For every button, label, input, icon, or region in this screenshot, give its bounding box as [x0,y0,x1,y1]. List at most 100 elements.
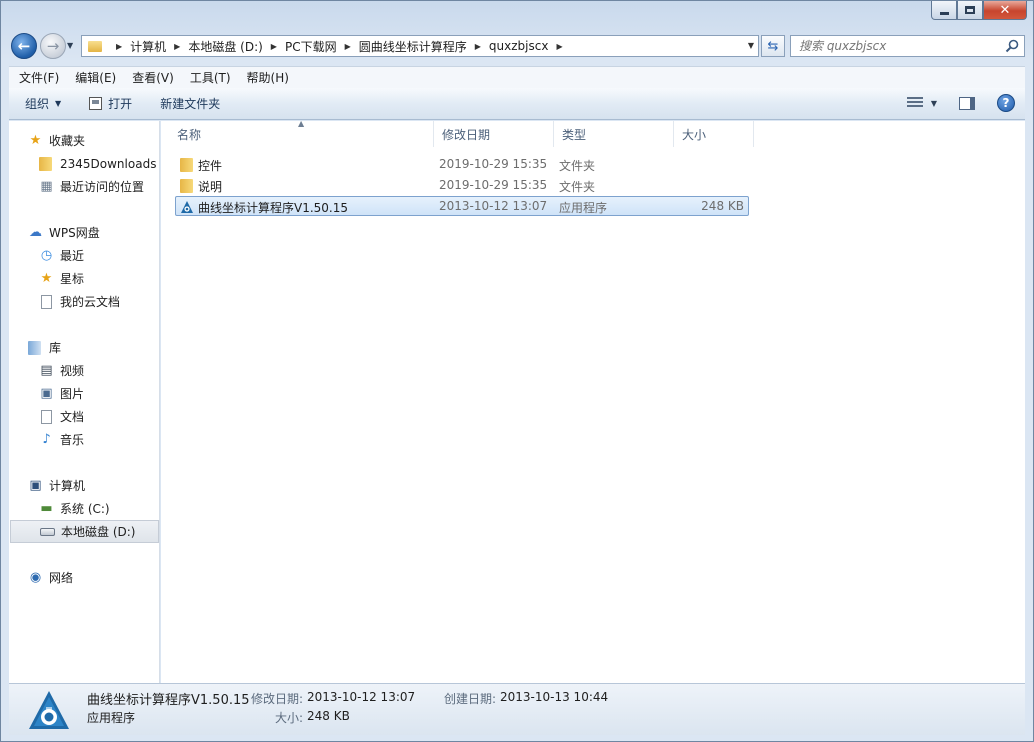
chevron-right-icon[interactable]: ▶ [475,42,481,51]
menu-view[interactable]: 查看(V) [132,69,174,86]
breadcrumb-current-folder[interactable]: quxzbjscx [489,39,549,53]
column-header-name[interactable]: 名称 [169,121,434,147]
file-name: 说明 [198,180,223,194]
menu-edit[interactable]: 编辑(E) [75,69,116,86]
chevron-right-icon[interactable]: ▶ [271,42,277,51]
nav-computer[interactable]: ▣ 计算机 [9,474,160,497]
nav-wps-cloud[interactable]: ☁ WPS网盘 [9,221,160,244]
nav-item-2345downloads[interactable]: 2345Downloads [9,152,160,175]
open-button[interactable]: 打开 [89,95,132,112]
new-folder-button[interactable]: 新建文件夹 [160,95,220,112]
details-modified-value: 2013-10-12 13:07 [307,690,416,704]
minimize-icon [939,11,949,15]
view-controls: ▼ ? [906,94,1015,112]
chevron-right-icon[interactable]: ▶ [345,42,351,51]
navigation-pane: ★ 收藏夹 2345Downloads ▦ 最近访问的位置 ☁ WPS网盘 ◷ … [9,121,160,683]
address-dropdown-icon[interactable]: ▼ [748,41,754,50]
new-folder-label: 新建文件夹 [160,97,221,111]
picture-icon: ▣ [40,386,53,401]
nav-item-videos[interactable]: ▤ 视频 [9,359,160,382]
nav-item-documents[interactable]: 文档 [9,405,160,428]
breadcrumb-computer[interactable]: 计算机 [130,38,166,55]
breadcrumb-drive-d[interactable]: 本地磁盘 (D:) [188,38,262,55]
nav-label: WPS网盘 [49,226,100,240]
change-view-icon[interactable] [906,97,923,109]
menu-help[interactable]: 帮助(H) [247,69,289,86]
open-icon [89,97,103,110]
nav-label: 计算机 [49,479,86,493]
nav-item-pictures[interactable]: ▣ 图片 [9,382,160,405]
film-icon: ▤ [40,363,53,378]
column-header-type[interactable]: 类型 [554,121,674,147]
chevron-right-icon[interactable]: ▶ [116,42,122,51]
column-label: 大小 [682,127,707,142]
column-label: 名称 [177,127,202,142]
column-label: 类型 [562,127,587,142]
organize-button[interactable]: 组织 ▼ [25,95,61,112]
file-date: 2019-10-29 15:35 [439,157,548,171]
nav-item-music[interactable]: ♪ 音乐 [9,428,160,451]
menu-file[interactable]: 文件(F) [19,69,59,86]
table-row[interactable]: 说明 2019-10-29 15:35 文件夹 [175,175,749,195]
clock-icon: ◷ [40,248,53,263]
help-icon[interactable]: ? [997,94,1015,112]
chevron-right-icon[interactable]: ▶ [174,42,180,51]
search-icon[interactable] [1005,39,1019,53]
breadcrumb-pc-download[interactable]: PC下载网 [285,38,337,55]
table-row[interactable]: 控件 2019-10-29 15:35 文件夹 [175,154,749,174]
nav-label: 音乐 [60,433,85,447]
star-icon: ★ [29,133,42,148]
nav-item-cloud-docs[interactable]: 我的云文档 [9,290,160,313]
minimize-button[interactable] [931,1,957,20]
nav-network[interactable]: ◉ 网络 [9,566,160,589]
nav-label: 星标 [60,272,85,286]
star-icon: ★ [40,271,53,286]
preview-pane-icon[interactable] [959,96,975,110]
nav-label: 图片 [60,387,85,401]
back-button[interactable]: ← [11,33,37,59]
menu-tools[interactable]: 工具(T) [190,69,231,86]
file-date: 2019-10-29 15:35 [439,178,548,192]
drive-icon [40,527,55,536]
file-date: 2013-10-12 13:07 [439,199,548,213]
file-type: 文件夹 [559,159,596,173]
chevron-right-icon[interactable]: ▶ [556,42,562,51]
nav-item-drive-c[interactable]: ▬ 系统 (C:) [9,497,160,520]
network-icon: ◉ [29,570,42,585]
nav-favorites[interactable]: ★ 收藏夹 [9,129,160,152]
nav-item-drive-d[interactable]: 本地磁盘 (D:) [10,520,159,543]
wps-group: ☁ WPS网盘 ◷ 最近 ★ 星标 我的云文档 [9,221,160,313]
organize-label: 组织 [25,97,50,111]
details-size-label: 大小: [275,711,304,725]
refresh-button[interactable]: ⇆ [761,35,785,57]
cloud-icon: ☁ [29,225,42,240]
search-box[interactable] [790,35,1025,57]
folder-icon [88,40,102,52]
nav-label: 2345Downloads [60,156,157,171]
system-drive-icon: ▬ [40,501,53,516]
details-size-value: 248 KB [307,709,350,723]
computer-group: ▣ 计算机 ▬ 系统 (C:) 本地磁盘 (D:) [9,474,160,543]
column-header-size[interactable]: 大小 [674,121,754,147]
breadcrumb-program-folder[interactable]: 圆曲线坐标计算程序 [359,38,467,55]
view-dropdown-icon[interactable]: ▼ [931,99,937,108]
history-dropdown-icon[interactable]: ▼ [67,41,73,50]
nav-item-recent-places[interactable]: ▦ 最近访问的位置 [9,175,160,198]
maximize-button[interactable] [957,1,983,20]
address-bar[interactable]: ▶ 计算机 ▶ 本地磁盘 (D:) ▶ PC下载网 ▶ 圆曲线坐标计算程序 ▶ … [81,35,759,57]
maximize-icon [965,6,975,14]
forward-button[interactable]: → [40,33,66,59]
details-pane: 曲线坐标计算程序V1.50.15 应用程序 修改日期: 2013-10-12 1… [9,683,1025,735]
library-group: 库 ▤ 视频 ▣ 图片 文档 ♪ 音乐 [9,336,160,451]
details-file-type: 应用程序 [87,711,136,725]
search-input[interactable] [799,39,999,53]
table-row-selected[interactable]: 曲线坐标计算程序V1.50.15 2013-10-12 13:07 应用程序 2… [175,196,749,216]
nav-library[interactable]: 库 [9,336,160,359]
column-header-date[interactable]: 修改日期 [434,121,554,147]
computer-icon: ▣ [29,478,42,493]
close-button[interactable]: ✕ [983,1,1027,20]
command-bar: 组织 ▼ 打开 新建文件夹 ▼ ? [9,88,1025,120]
navigation-row: ← → ▼ ▶ 计算机 ▶ 本地磁盘 (D:) ▶ PC下载网 ▶ 圆曲线坐标计… [9,31,1025,61]
nav-item-recent[interactable]: ◷ 最近 [9,244,160,267]
nav-item-starred[interactable]: ★ 星标 [9,267,160,290]
